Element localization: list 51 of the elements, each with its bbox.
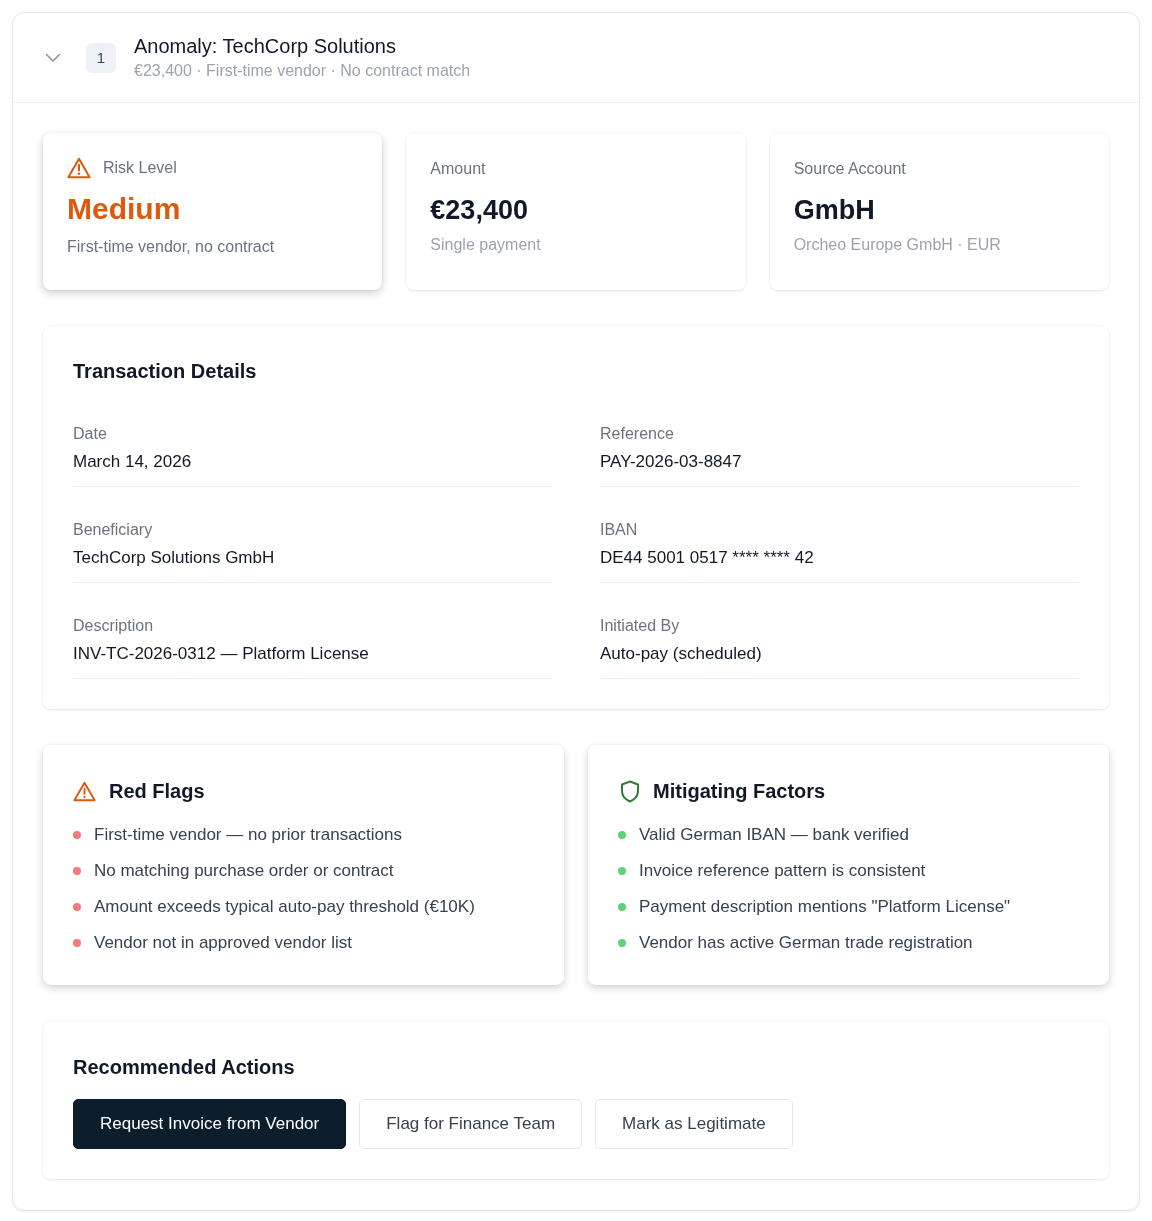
action-button[interactable]: Flag for Finance Team [359,1099,583,1149]
bullet-dot-icon [618,831,626,839]
bullet-dot-icon [73,903,81,911]
request-invoice-button[interactable]: Request Invoice from Vendor [73,1099,347,1149]
field-label: Beneficiary [73,520,154,540]
stat-value: €23,400 [430,194,529,227]
stat-note: Single payment [430,235,542,255]
stat-label: Source Account [793,159,907,179]
field-value: Auto-pay (scheduled) [600,643,763,665]
section-title: Mitigating Factors [653,779,826,804]
stat-label: Risk Level [103,158,177,178]
section-title: Transaction Details [73,359,258,384]
action-button[interactable]: Mark as Legitimate [595,1099,793,1149]
list-item-text: Vendor has active German trade registration [639,932,973,954]
list-item-text: Valid German IBAN — bank verified [639,824,909,846]
field-value: PAY-2026-03-8847 [600,451,743,473]
field-label: Description [73,616,155,636]
field-label: Initiated By [600,616,681,636]
list-item-text: Payment description mentions "Platform License" [639,896,1011,918]
section-title: Red Flags [109,779,205,804]
list-item-text: Amount exceeds typical auto-pay threshold (€10K) [94,896,475,918]
stat-note: Orcheo Europe GmbH · EUR [793,235,1002,255]
field-label: IBAN [600,520,639,540]
bullet-dot-icon [73,867,81,875]
risk-value: Medium [67,191,182,227]
warning-icon [73,780,96,802]
list-item-text: Vendor not in approved vendor list [94,932,352,954]
bullet-dot-icon [73,939,81,947]
list-item-text: Invoice reference pattern is consistent [639,860,926,882]
list-item-text: No matching purchase order or contract [94,860,394,882]
stat-note: First-time vendor, no contract [67,237,276,257]
list-item-text: First-time vendor — no prior transactions [94,824,402,846]
index-badge: 1 [86,42,116,73]
shield-icon [620,779,640,803]
field-value: March 14, 2026 [73,451,193,473]
panel-subtitle: €23,400 · First-time vendor · No contract match [134,61,471,81]
bullet-dot-icon [618,939,626,947]
bullet-dot-icon [618,903,626,911]
section-title: Recommended Actions [73,1055,296,1080]
stat-label: Amount [430,159,487,179]
warning-icon [67,157,91,179]
bullet-dot-icon [73,831,81,839]
field-value: TechCorp Solutions GmbH [73,547,276,569]
field-value: DE44 5001 0517 **** **** 42 [600,547,815,569]
stat-value: GmbH [793,194,876,227]
field-label: Reference [600,424,675,444]
field-label: Date [73,424,108,444]
panel-title: Anomaly: TechCorp Solutions [134,34,397,59]
chevron-icon[interactable] [45,52,61,63]
field-value: INV-TC-2026-0312 — Platform License [73,643,370,665]
bullet-dot-icon [618,867,626,875]
